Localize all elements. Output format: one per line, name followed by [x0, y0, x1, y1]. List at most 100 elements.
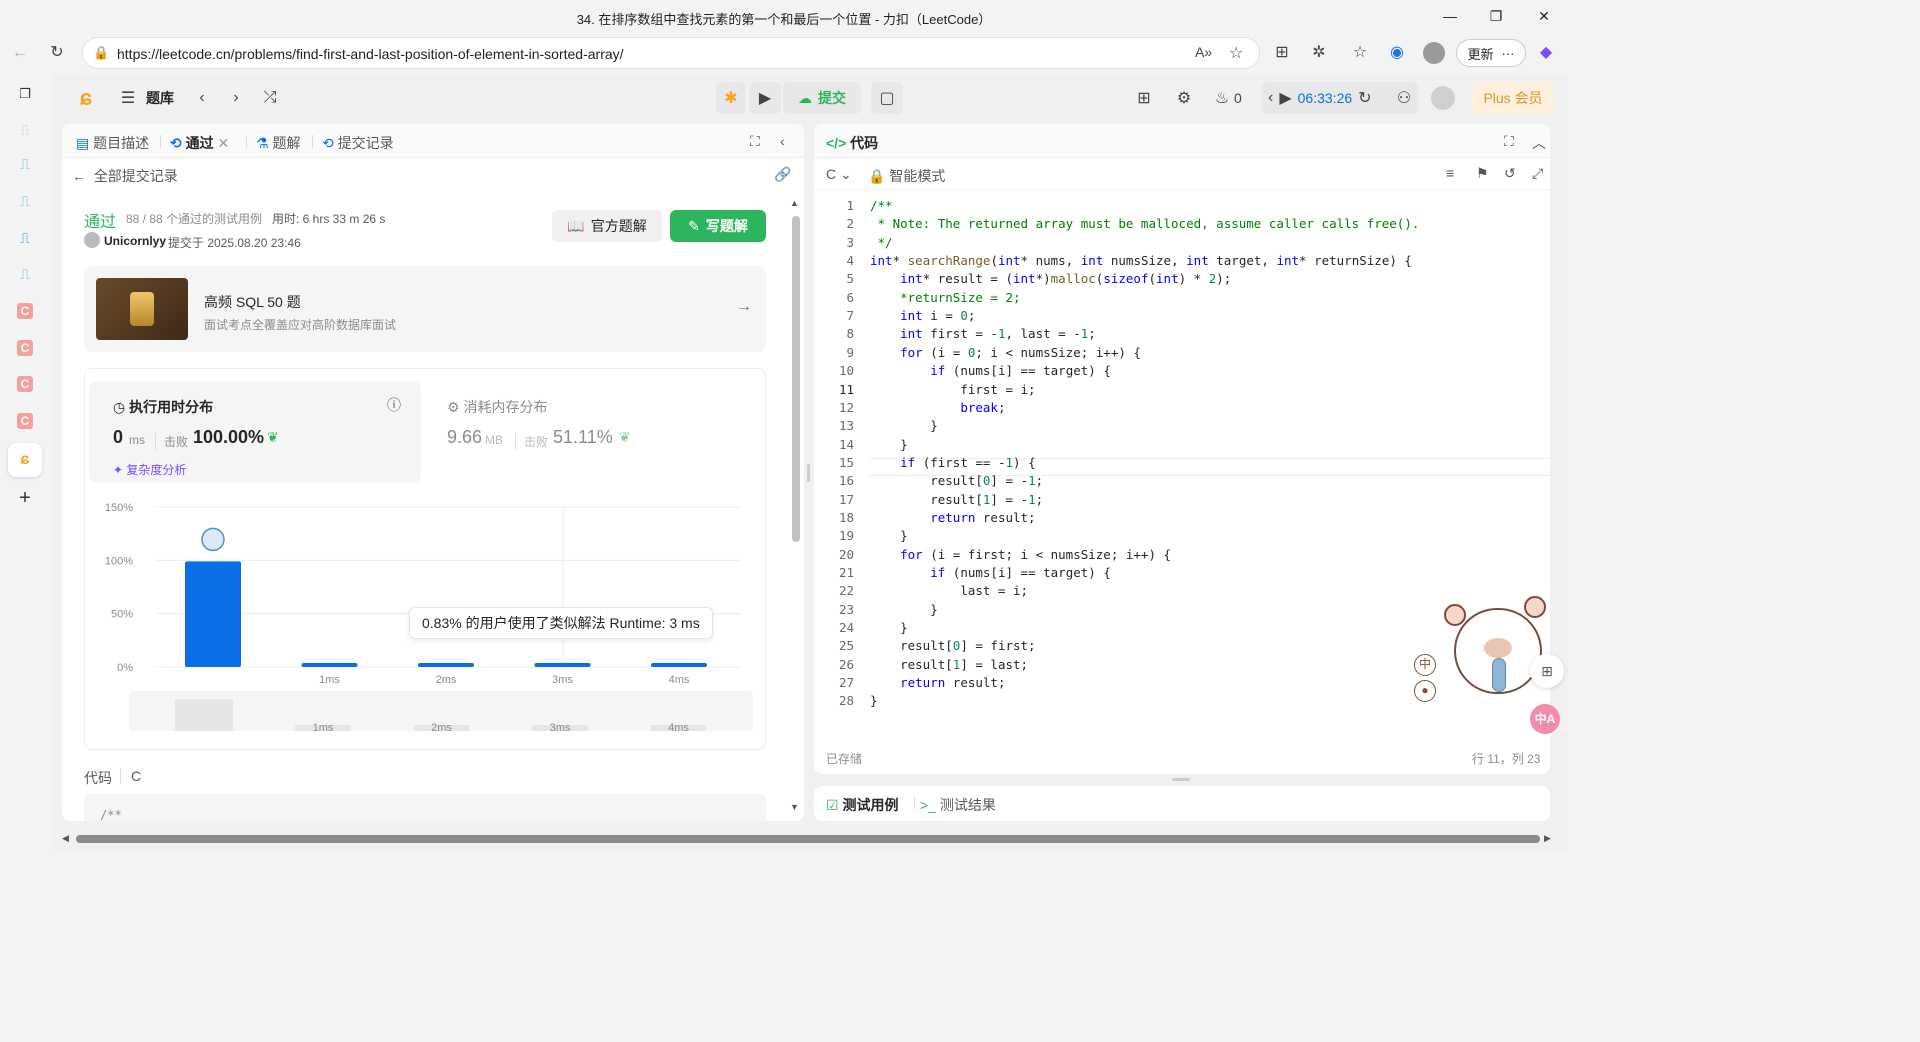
code-line[interactable]: result[1] = last; [870, 657, 1028, 672]
promo-card[interactable]: 高频 SQL 50 题 面试考点全覆盖应对高阶数据库面试 → [84, 266, 766, 352]
scroll-down-icon[interactable]: ▼ [790, 802, 799, 812]
memory-title[interactable]: ⚙ 消耗内存分布 [447, 397, 547, 417]
c-tab-icon[interactable]: C [17, 303, 33, 319]
code-line[interactable]: if (nums[i] == target) { [870, 363, 1111, 378]
horizontal-scroll-thumb[interactable] [76, 835, 1540, 843]
bilibili-tab-icon[interactable]: ⎍ [13, 262, 37, 286]
grid-extension-icon[interactable]: ⊞ [1268, 39, 1296, 67]
language-select[interactable]: C ⌄ [826, 166, 852, 183]
list-icon[interactable]: ☰ [118, 82, 138, 114]
code-line[interactable]: return result; [870, 510, 1035, 525]
tab-solutions[interactable]: ⚗ 题解 [256, 133, 300, 153]
code-line[interactable]: int first = -1, last = -1; [870, 326, 1096, 341]
copilot-icon[interactable]: ◆ [1532, 39, 1560, 67]
code-line[interactable]: *returnSize = 2; [870, 290, 1020, 305]
timer-play-icon[interactable]: ▶ [1279, 88, 1291, 108]
url-text[interactable]: https://leetcode.cn/problems/find-first-… [117, 46, 624, 62]
runtime-stat[interactable]: ◷ 执行用时分布 ⓘ 0 ms 击败 100.00% ❦ ✦ 复杂度分析 [89, 381, 421, 483]
bilibili-tab-icon[interactable]: ⎍ [13, 189, 37, 213]
smart-mode-toggle[interactable]: 🔒 智能模式 [868, 166, 945, 186]
favorites-icon[interactable]: ☆ [1346, 39, 1374, 67]
username[interactable]: Unicornlyy [104, 234, 166, 248]
leetcode-tab-icon[interactable]: ɕ [8, 443, 42, 477]
back-arrow-icon[interactable]: ← [6, 39, 34, 67]
code-line[interactable]: result[1] = -1; [870, 492, 1043, 507]
close-tab-icon[interactable]: ✕ [218, 135, 230, 151]
scroll-right-icon[interactable]: ▶ [1544, 833, 1551, 844]
code-line[interactable]: result[0] = first; [870, 638, 1036, 653]
scroll-up-icon[interactable]: ▲ [790, 198, 799, 208]
c-tab-icon[interactable]: C [17, 376, 33, 392]
update-button[interactable]: 更新 ··· [1456, 39, 1526, 67]
translate-icon[interactable]: 中A [1530, 704, 1560, 734]
reset-code-icon[interactable]: ↺ [1504, 165, 1516, 182]
qr-scan-icon[interactable]: ⊞ [1530, 654, 1564, 688]
fullscreen-icon[interactable]: ⛶ [1504, 133, 1514, 150]
code-line[interactable]: } [870, 418, 938, 433]
info-icon[interactable]: ⓘ [387, 395, 401, 415]
leetcode-logo-icon[interactable]: ɕ [72, 82, 100, 114]
chinese-input-icon[interactable]: 中 [1414, 654, 1436, 676]
bilibili-tab-icon[interactable]: ⎍ [13, 118, 37, 142]
tab-accepted[interactable]: ⟲ 通过 ✕ [170, 133, 229, 153]
bilibili-tab-icon[interactable]: ⎍ [13, 152, 37, 176]
timer-prev-icon[interactable]: ‹ [1268, 89, 1273, 107]
complexity-analysis-link[interactable]: ✦ 复杂度分析 [113, 461, 186, 478]
code-line[interactable]: } [870, 437, 908, 452]
debug-icon[interactable]: ✱ [716, 82, 746, 114]
left-scrollbar[interactable] [792, 216, 800, 542]
streak-fire-icon[interactable]: ♨ [1212, 82, 1232, 114]
code-line[interactable]: for (i = first; i < numsSize; i++) { [870, 547, 1171, 562]
panel-resize-handle[interactable] [1172, 778, 1190, 781]
code-line[interactable]: } [870, 693, 878, 708]
expand-editor-icon[interactable]: ⤢ [1532, 165, 1543, 182]
code-line[interactable]: } [870, 528, 908, 543]
c-tab-icon[interactable]: C [17, 413, 33, 429]
submit-button[interactable]: ☁ 提交 [783, 82, 861, 114]
run-play-icon[interactable]: ▶ [749, 82, 781, 114]
code-line[interactable]: if (first == -1) { [870, 455, 1035, 470]
plus-member-button[interactable]: Plus 会员 [1472, 82, 1554, 114]
prev-problem-icon[interactable]: ‹ [192, 82, 212, 114]
close-button[interactable]: ✕ [1534, 6, 1554, 26]
note-icon[interactable]: ▢ [871, 82, 903, 114]
format-icon[interactable]: ≡ [1446, 165, 1454, 181]
extensions-puzzle-icon[interactable]: ✲ [1305, 39, 1333, 67]
tab-test-cases[interactable]: ☑ 测试用例 [826, 795, 898, 815]
tab-submissions[interactable]: ⟲ 提交记录 [322, 133, 394, 153]
layout-icon[interactable]: ⊞ [1132, 82, 1156, 114]
share-link-icon[interactable]: 🔗 [774, 166, 791, 183]
code-line[interactable]: int* searchRange(int* nums, int numsSize… [870, 253, 1412, 268]
add-tab-icon[interactable]: + [13, 486, 37, 510]
c-tab-icon[interactable]: C [17, 340, 33, 356]
favorite-star-icon[interactable]: ☆ [1229, 43, 1243, 63]
code-line[interactable]: result[0] = -1; [870, 473, 1043, 488]
collapse-up-icon[interactable]: ︿ [1532, 133, 1546, 153]
bilibili-tab-icon[interactable]: ⎍ [13, 226, 37, 250]
site-info-icon[interactable]: 🔒 [93, 45, 109, 61]
timer-reset-icon[interactable]: ↻ [1358, 88, 1371, 108]
tab-actions-icon[interactable]: ❐ [13, 82, 37, 106]
code-line[interactable]: last = i; [870, 583, 1028, 598]
code-line[interactable]: int* result = (int*)malloc(sizeof(int) *… [870, 271, 1231, 286]
restore-button[interactable]: ❐ [1486, 6, 1506, 26]
shuffle-icon[interactable]: ⤮ [258, 82, 282, 114]
fullscreen-icon[interactable]: ⛶ [750, 133, 760, 150]
problems-link[interactable]: 题库 [146, 82, 174, 114]
refresh-icon[interactable]: ↻ [43, 39, 71, 67]
scroll-left-icon[interactable]: ◀ [62, 833, 69, 844]
read-aloud-icon[interactable]: A» [1195, 44, 1212, 60]
horizontal-scrollbar[interactable]: ◀ ▶ [62, 831, 1552, 847]
code-line[interactable]: for (i = 0; i < numsSize; i++) { [870, 345, 1141, 360]
code-line[interactable]: int i = 0; [870, 308, 975, 323]
code-line[interactable]: break; [870, 400, 1005, 415]
settings-gear-icon[interactable]: ⚙ [1172, 82, 1196, 114]
all-submissions-link[interactable]: ← 全部提交记录 [72, 166, 178, 186]
tab-test-results[interactable]: >_ 测试结果 [920, 795, 996, 815]
add-friend-icon[interactable]: ⚇ [1392, 82, 1416, 114]
profile-avatar[interactable] [1420, 39, 1448, 67]
bookmark-icon[interactable]: ⚑ [1476, 165, 1489, 182]
code-tab[interactable]: </> 代码 [826, 133, 878, 153]
official-solution-button[interactable]: 📖 官方题解 [552, 210, 662, 242]
user-avatar[interactable] [1430, 82, 1456, 114]
